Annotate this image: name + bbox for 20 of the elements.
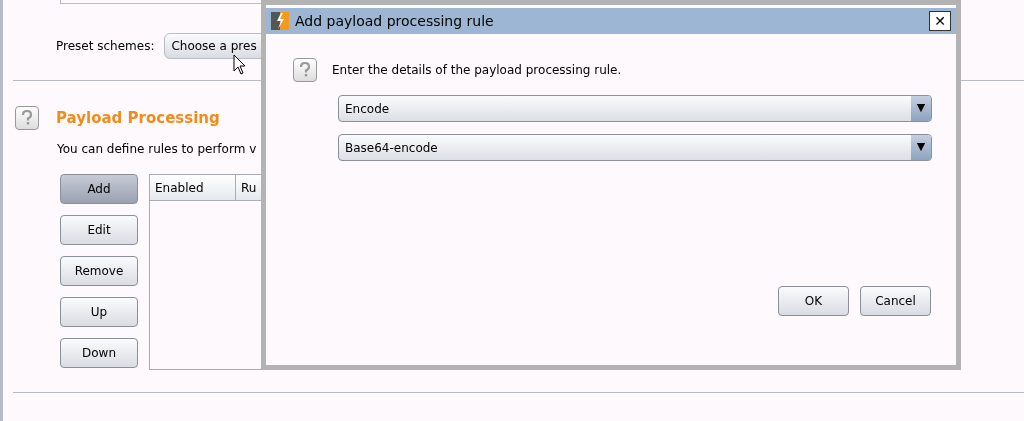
dropdown-field[interactable]: Encode ▼ bbox=[338, 95, 932, 122]
section-description: You can define rules to perform v bbox=[57, 141, 257, 158]
action-button[interactable]: Up bbox=[60, 297, 138, 327]
dialog-button[interactable]: OK bbox=[778, 286, 849, 316]
mouse-cursor-icon bbox=[233, 54, 247, 76]
help-icon bbox=[293, 58, 317, 82]
preset-label: Preset schemes: bbox=[56, 38, 155, 55]
action-button[interactable]: Remove bbox=[60, 256, 138, 286]
action-button[interactable]: Edit bbox=[60, 215, 138, 245]
dialog-message: Enter the details of the payload processing rule. bbox=[332, 62, 622, 79]
section-title: Payload Processing bbox=[56, 107, 220, 129]
lightning-logo-icon bbox=[271, 12, 289, 30]
dialog-button[interactable]: Cancel bbox=[860, 286, 931, 316]
dialog-title: Add payload processing rule bbox=[295, 11, 495, 31]
action-button[interactable]: Add bbox=[60, 174, 138, 204]
help-icon bbox=[15, 106, 39, 130]
action-button[interactable]: Down bbox=[60, 338, 138, 368]
column-header[interactable]: Enabled bbox=[150, 175, 236, 200]
close-button[interactable]: ✕ bbox=[929, 11, 951, 31]
dropdown-field[interactable]: Base64-encode ▼ bbox=[338, 134, 932, 161]
